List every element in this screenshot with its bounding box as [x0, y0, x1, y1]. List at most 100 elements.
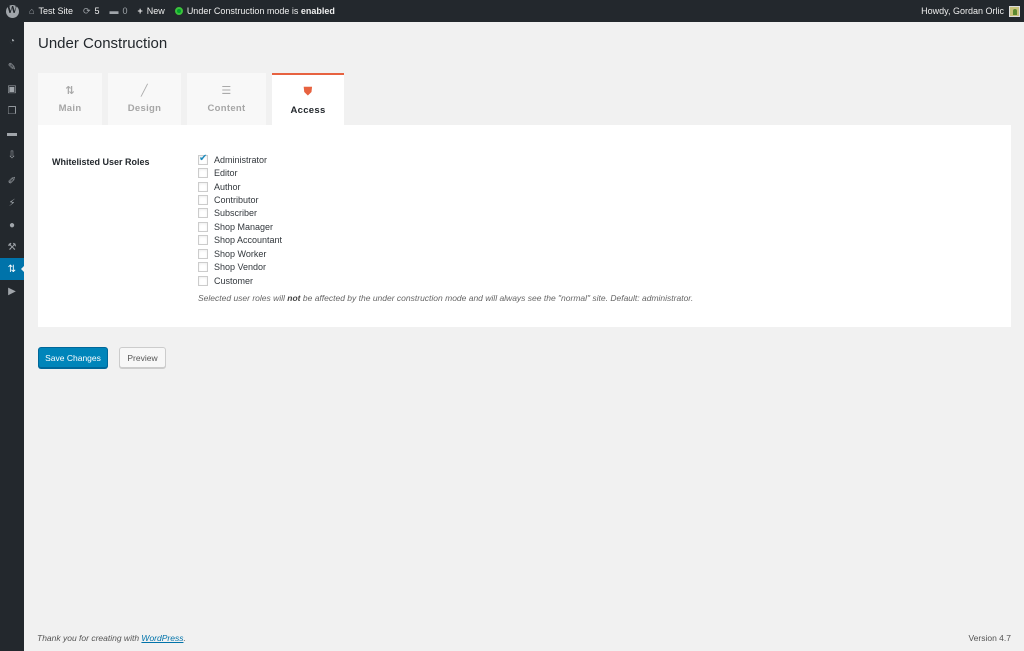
role-checkbox[interactable]	[198, 235, 208, 246]
description-emphasis: not	[287, 293, 301, 303]
roles-checkbox-list: Administrator Editor Author Contributor …	[198, 153, 282, 287]
role-checkbox[interactable]	[198, 248, 208, 259]
role-option-shop-accountant[interactable]: Shop Accountant	[198, 234, 282, 247]
preview-button[interactable]: Preview	[119, 347, 166, 368]
role-label: Shop Manager	[214, 221, 274, 232]
access-settings-panel: Whitelisted User Roles Administrator Edi…	[38, 125, 1011, 327]
users-icon: ●	[8, 219, 16, 231]
tab-access[interactable]: ⛊ Access	[272, 73, 344, 126]
role-option-administrator[interactable]: Administrator	[198, 153, 282, 166]
avatar	[1009, 5, 1020, 17]
wordpress-logo-icon: W	[5, 4, 19, 18]
uc-status-value: enabled	[300, 6, 335, 16]
role-option-contributor[interactable]: Contributor	[198, 193, 282, 206]
home-icon: ⌂	[29, 6, 35, 16]
settings-tabs: ⇅ Main ╱ Design ☰ Content ⛊ Access	[38, 73, 350, 126]
under-construction-status[interactable]: Under Construction mode is enabled	[170, 0, 340, 22]
sidebar-item-comments[interactable]: ▬	[0, 122, 24, 144]
tab-label: Main	[58, 103, 82, 114]
sidebar-collapse-menu[interactable]: ▶	[0, 280, 24, 302]
role-label: Editor	[214, 168, 238, 179]
main-content: Under Construction ⇅ Main ╱ Design ☰ Con…	[24, 22, 1024, 651]
role-checkbox[interactable]	[198, 208, 208, 219]
sidebar-item-appearance[interactable]: ✐	[0, 170, 24, 192]
sidebar-item-dashboard[interactable]: ◔	[0, 30, 24, 52]
tab-label: Content	[207, 103, 246, 114]
admin-sidebar: ◔ ✎ ▣ ❐ ▬ ⇩ ✐ ⚡ ● ⚒ ⇅ ▶	[0, 22, 25, 651]
site-name: Test Site	[38, 6, 73, 16]
footer-thankyou: Thank you for creating with WordPress.	[37, 633, 186, 643]
description-text: be affected by the under construction mo…	[300, 293, 694, 303]
tab-main[interactable]: ⇅ Main	[38, 73, 102, 125]
role-checkbox[interactable]	[198, 153, 208, 165]
role-label: Shop Worker	[214, 248, 267, 259]
footer-version: Version 4.7	[968, 633, 1011, 643]
tab-content[interactable]: ☰ Content	[187, 73, 266, 125]
sidebar-item-users[interactable]: ●	[0, 214, 24, 236]
plugins-icon: ⚡	[8, 197, 16, 209]
role-option-editor[interactable]: Editor	[198, 166, 282, 179]
role-checkbox[interactable]	[198, 275, 208, 286]
role-option-subscriber[interactable]: Subscriber	[198, 207, 282, 220]
sidebar-item-media[interactable]: ▣	[0, 78, 24, 100]
feedback-icon: ⇩	[7, 149, 17, 161]
status-dot-icon	[174, 7, 183, 15]
new-label: New	[146, 6, 165, 16]
sidebar-item-tools[interactable]: ⚒	[0, 236, 24, 258]
role-option-shop-vendor[interactable]: Shop Vendor	[198, 261, 282, 274]
role-label: Shop Vendor	[214, 262, 267, 273]
role-checkbox[interactable]	[198, 195, 208, 206]
dashboard-icon: ◔	[8, 35, 16, 47]
comments-menu[interactable]: ▬ 0	[105, 0, 133, 22]
new-content-menu[interactable]: + New	[133, 0, 170, 22]
user-greeting: Howdy, Gordan Orlic	[921, 6, 1004, 16]
tools-icon: ⚒	[7, 241, 17, 253]
comments-icon: ▬	[109, 6, 119, 16]
role-label: Customer	[214, 275, 254, 286]
wordpress-link[interactable]: WordPress	[141, 633, 183, 643]
wordpress-logo-menu[interactable]: W	[0, 0, 24, 22]
role-checkbox[interactable]	[198, 221, 208, 232]
roles-description: Selected user roles will not be affected…	[198, 293, 693, 303]
role-option-shop-worker[interactable]: Shop Worker	[198, 247, 282, 260]
uc-status-text: Under Construction mode is	[186, 6, 301, 16]
shield-icon: ⛊	[303, 85, 313, 98]
role-checkbox[interactable]	[198, 181, 208, 192]
tab-label: Design	[127, 103, 162, 114]
role-label: Subscriber	[214, 208, 258, 219]
admin-bar: W ⌂ Test Site ⟳ 5 ▬ 0 + New Under Constr…	[0, 0, 1024, 22]
media-icon: ▣	[7, 83, 17, 95]
role-label: Author	[214, 181, 241, 192]
role-checkbox[interactable]	[198, 262, 208, 273]
updates-icon: ⟳	[82, 5, 91, 16]
updates-menu[interactable]: ⟳ 5	[78, 0, 105, 22]
collapse-icon: ▶	[8, 285, 16, 297]
role-option-shop-manager[interactable]: Shop Manager	[198, 220, 282, 233]
sidebar-item-posts[interactable]: ✎	[0, 56, 24, 78]
tab-design[interactable]: ╱ Design	[108, 73, 181, 125]
posts-icon: ✎	[7, 61, 17, 73]
main-icon: ⇅	[65, 85, 75, 97]
brush-icon: ╱	[141, 85, 148, 97]
page-title: Under Construction	[38, 35, 168, 52]
footer-text: .	[183, 633, 186, 643]
role-label: Shop Accountant	[214, 235, 283, 246]
role-checkbox[interactable]	[198, 168, 208, 179]
role-label: Contributor	[214, 195, 259, 206]
comments-count: 0	[122, 6, 128, 16]
sidebar-item-plugins[interactable]: ⚡	[0, 192, 24, 214]
role-label: Administrator	[214, 154, 268, 165]
role-option-author[interactable]: Author	[198, 180, 282, 193]
save-changes-button[interactable]: Save Changes	[38, 347, 108, 368]
sidebar-item-under-construction[interactable]: ⇅	[0, 258, 25, 280]
description-text: Selected user roles will	[198, 293, 288, 303]
site-name-menu[interactable]: ⌂ Test Site	[24, 0, 78, 22]
role-option-customer[interactable]: Customer	[198, 274, 282, 287]
document-icon: ☰	[221, 85, 232, 97]
footer-text: Thank you for creating with	[37, 633, 142, 643]
my-account-menu[interactable]: Howdy, Gordan Orlic	[916, 0, 1024, 22]
sidebar-item-feedback[interactable]: ⇩	[0, 144, 24, 166]
tab-label: Access	[290, 104, 326, 116]
sidebar-item-pages[interactable]: ❐	[0, 100, 24, 122]
updates-count: 5	[94, 6, 100, 16]
